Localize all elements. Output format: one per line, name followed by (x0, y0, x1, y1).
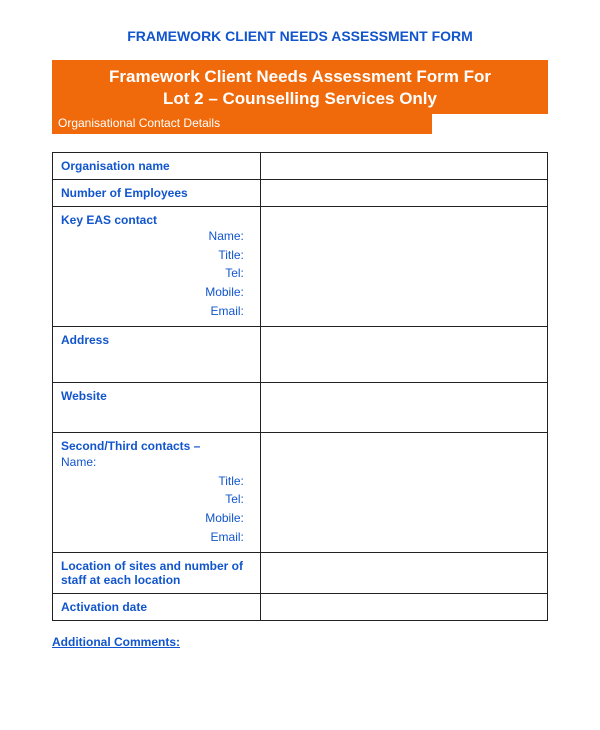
sub-banner: Organisational Contact Details (52, 114, 432, 134)
label-second-third-contacts: Second/Third contacts – (61, 439, 200, 453)
sublabel-tel: Tel: (61, 264, 244, 283)
row-website: Website (53, 383, 548, 433)
form-table: Organisation name Number of Employees Ke… (52, 152, 548, 621)
label-location-sites: Location of sites and number of staff at… (61, 559, 243, 587)
value-address[interactable] (260, 327, 547, 383)
sublabel-second-name: Name: (61, 453, 252, 472)
banner-line-1: Framework Client Needs Assessment Form F… (109, 67, 491, 86)
page-title: FRAMEWORK CLIENT NEEDS ASSESSMENT FORM (52, 28, 548, 44)
label-activation-date: Activation date (61, 600, 147, 614)
row-activation-date: Activation date (53, 594, 548, 621)
sublabel-second-title: Title: (61, 472, 244, 491)
value-second-third-contacts[interactable] (260, 433, 547, 553)
value-location-sites[interactable] (260, 553, 547, 594)
sublabel-email: Email: (61, 302, 244, 321)
row-address: Address (53, 327, 548, 383)
sublabel-second-tel: Tel: (61, 490, 244, 509)
banner-line-2: Lot 2 – Counselling Services Only (163, 89, 437, 108)
label-number-of-employees: Number of Employees (61, 186, 188, 200)
label-key-eas-contact: Key EAS contact (61, 213, 157, 227)
sublabel-second-mobile: Mobile: (61, 509, 244, 528)
additional-comments-heading: Additional Comments: (52, 635, 548, 649)
row-key-eas-contact: Key EAS contact Name: Title: Tel: Mobile… (53, 207, 548, 327)
value-key-eas-contact[interactable] (260, 207, 547, 327)
label-address: Address (61, 333, 109, 347)
row-second-third-contacts: Second/Third contacts – Name: Title: Tel… (53, 433, 548, 553)
form-banner: Framework Client Needs Assessment Form F… (52, 60, 548, 114)
value-activation-date[interactable] (260, 594, 547, 621)
row-number-of-employees: Number of Employees (53, 180, 548, 207)
sublabel-title: Title: (61, 246, 244, 265)
value-number-of-employees[interactable] (260, 180, 547, 207)
row-organisation-name: Organisation name (53, 153, 548, 180)
label-website: Website (61, 389, 107, 403)
value-website[interactable] (260, 383, 547, 433)
sublabel-name: Name: (61, 227, 244, 246)
key-eas-sublabels: Name: Title: Tel: Mobile: Email: (61, 227, 252, 320)
sublabel-mobile: Mobile: (61, 283, 244, 302)
label-organisation-name: Organisation name (61, 159, 170, 173)
second-contacts-sublabels: Title: Tel: Mobile: Email: (61, 472, 252, 546)
value-organisation-name[interactable] (260, 153, 547, 180)
row-location-sites: Location of sites and number of staff at… (53, 553, 548, 594)
sublabel-second-email: Email: (61, 528, 244, 547)
